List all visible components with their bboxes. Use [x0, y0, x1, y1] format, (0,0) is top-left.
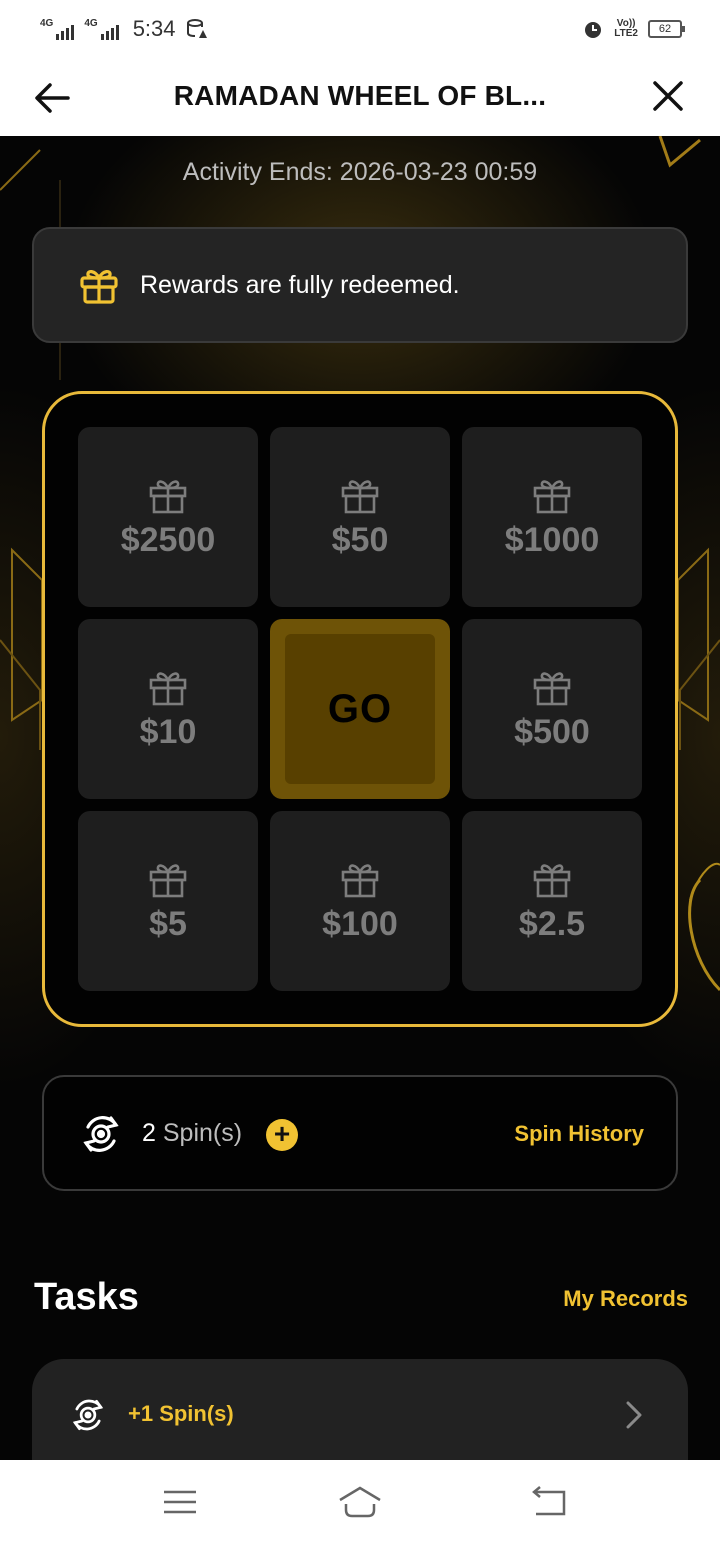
- gift-icon: [341, 863, 379, 897]
- battery-level: 62: [658, 23, 672, 35]
- app-header: RAMADAN WHEEL OF BL...: [0, 58, 720, 136]
- page-title: RAMADAN WHEEL OF BL...: [173, 80, 547, 111]
- clock: 5:34: [132, 16, 176, 41]
- prize-cell: $100: [270, 811, 450, 991]
- spin-count-label: Spin(s): [162, 1119, 243, 1147]
- spins-panel: 2 Spin(s) + Spin History: [42, 1075, 678, 1191]
- signal-icon: 4G: [40, 18, 75, 40]
- gift-icon: [80, 270, 118, 304]
- data-saver-icon: [186, 19, 207, 38]
- prize-grid: $2500 $50 $1000 $10 GO $500 $5 $100 $2.5: [42, 391, 678, 1027]
- gift-icon: [533, 479, 571, 513]
- gift-icon: [149, 863, 187, 897]
- rewards-notice: Rewards are fully redeemed.: [32, 227, 688, 343]
- go-button[interactable]: GO: [270, 619, 450, 799]
- prize-cell: $500: [462, 619, 642, 799]
- go-label: GO: [285, 634, 435, 784]
- prize-cell: $5: [78, 811, 258, 991]
- back-arrow-icon[interactable]: [30, 78, 74, 118]
- system-nav-bar: [0, 1460, 720, 1544]
- prize-cell: $1000: [462, 427, 642, 607]
- prize-amount: $5: [149, 904, 187, 943]
- prize-amount: $10: [139, 712, 197, 751]
- add-spins-button[interactable]: +: [266, 1119, 298, 1151]
- spin-count-value: 2: [142, 1119, 156, 1147]
- prize-cell: $2500: [78, 427, 258, 607]
- prize-amount: $100: [322, 904, 398, 943]
- chevron-right-icon: [626, 1401, 642, 1429]
- gift-icon: [149, 479, 187, 513]
- gift-icon: [149, 671, 187, 705]
- prize-amount: $2.5: [518, 904, 586, 943]
- prize-amount: $1000: [504, 520, 600, 559]
- back-nav-icon[interactable]: [526, 1484, 570, 1520]
- spin-count: 2 Spin(s): [142, 1119, 242, 1148]
- gift-icon: [533, 863, 571, 897]
- prize-amount: $50: [331, 520, 389, 559]
- my-records-link[interactable]: My Records: [563, 1286, 688, 1312]
- prize-amount: $500: [514, 712, 590, 751]
- close-icon[interactable]: [648, 76, 688, 116]
- network-type-2: 4G: [84, 18, 98, 29]
- volte-icon: Vo)) LTE2: [614, 18, 638, 39]
- prize-cell: $10: [78, 619, 258, 799]
- spin-icon: [83, 1116, 119, 1152]
- task-reward-label: +1 Spin(s): [128, 1401, 234, 1426]
- home-icon[interactable]: [336, 1484, 384, 1520]
- menu-icon[interactable]: [158, 1484, 202, 1520]
- tasks-heading: Tasks: [34, 1276, 139, 1318]
- gift-icon: [533, 671, 571, 705]
- notice-text: Rewards are fully redeemed.: [140, 270, 460, 299]
- prize-cell: $2.5: [462, 811, 642, 991]
- alarm-icon: [585, 22, 602, 38]
- status-bar: 4G 4G 5:34 Vo)) LTE2 62: [0, 0, 720, 58]
- prize-cell: $50: [270, 427, 450, 607]
- activity-end-date: Activity Ends: 2026-03-23 00:59: [182, 158, 538, 186]
- spin-history-link[interactable]: Spin History: [514, 1121, 644, 1147]
- battery-icon: 62: [648, 20, 685, 38]
- signal-icon-2: 4G: [84, 18, 119, 40]
- prize-amount: $2500: [120, 520, 216, 559]
- spin-icon: [72, 1399, 104, 1431]
- gift-icon: [341, 479, 379, 513]
- network-type: 4G: [40, 18, 54, 29]
